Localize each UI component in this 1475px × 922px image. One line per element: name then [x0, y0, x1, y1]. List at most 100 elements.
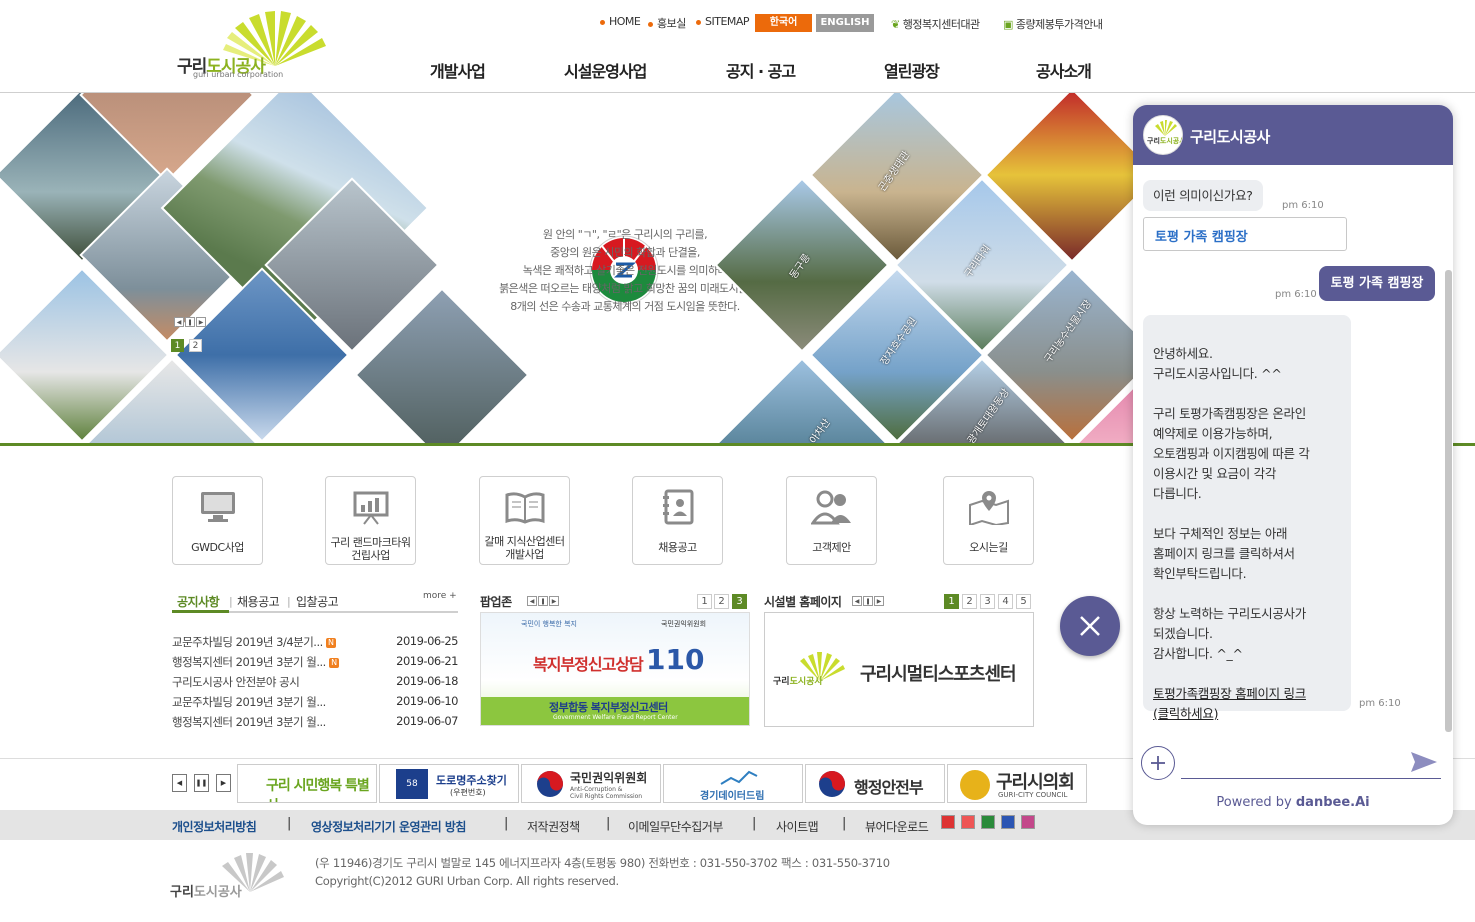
popup-page-2[interactable]: 2: [714, 594, 729, 609]
popup-next-button[interactable]: ▶: [549, 596, 559, 606]
chat-close-button[interactable]: [1060, 596, 1120, 656]
new-badge-icon: N: [328, 657, 339, 668]
send-icon[interactable]: [1410, 750, 1438, 774]
chatbot-window: 구리도시공사 구리도시공사 이런 의미이신가요? pm 6:10 토평 가족 캠…: [1133, 105, 1453, 825]
gnb-open-square[interactable]: 열린광장: [884, 58, 940, 82]
tab-notice[interactable]: 공지사항: [177, 593, 220, 610]
gnb-about[interactable]: 공사소개: [1036, 58, 1092, 82]
camping-homepage-link[interactable]: 토평가족캠핑장 홈페이지 링크 (클릭하세요): [1153, 684, 1341, 724]
facility-prev-button[interactable]: ◀: [852, 596, 862, 606]
facility-page-1[interactable]: 1: [944, 594, 959, 609]
banner-guri-happy-city[interactable]: 구리 시민행복 특별시: [237, 764, 377, 803]
pdf-viewer-icon[interactable]: [941, 815, 955, 829]
attach-plus-button[interactable]: [1141, 746, 1175, 780]
sitemap-link[interactable]: SITEMAP: [696, 15, 750, 28]
user-message: 토평 가족 캠핑장: [1319, 266, 1435, 301]
quick-recruitment[interactable]: 채용공고: [632, 476, 723, 565]
banner-pause-button[interactable]: ❚❚: [194, 774, 209, 792]
waste-bag-price-link[interactable]: ▣ 종량제봉투가격안내: [1003, 16, 1103, 32]
facility-pause-button[interactable]: ❚: [863, 596, 873, 606]
notice-row[interactable]: 행정복지센터 2019년 3분기 월... 2019-06-07: [172, 714, 462, 730]
separator: |: [504, 816, 509, 831]
hero-page-2[interactable]: 2: [189, 339, 202, 352]
word-viewer-icon[interactable]: [1001, 815, 1015, 829]
hero-prev-button[interactable]: ◀: [174, 317, 184, 327]
footer-copyright-policy-link[interactable]: 저작권정책: [527, 818, 580, 835]
bullet-icon: [696, 19, 701, 25]
chat-input-field[interactable]: [1181, 778, 1441, 779]
hwp-viewer-icon[interactable]: [1021, 815, 1035, 829]
people-icon: [811, 490, 851, 525]
banner-road-address[interactable]: 58 도로명주소찾기 (우편번호): [379, 764, 519, 803]
ppt-viewer-icon[interactable]: [961, 815, 975, 829]
lang-english-button[interactable]: ENGLISH: [816, 14, 874, 32]
banner-org: 국민권익위원회: [661, 620, 707, 628]
active-tab-underline: [172, 610, 229, 613]
banner-prev-button[interactable]: ◀: [172, 774, 187, 792]
chat-scrollbar[interactable]: [1445, 270, 1452, 732]
quick-gwdc[interactable]: GWDC사업: [172, 476, 263, 565]
banner-gyeonggi-data[interactable]: 경기데이터드림: [663, 764, 803, 803]
hero-next-button[interactable]: ▶: [196, 317, 206, 327]
facility-page-5[interactable]: 5: [1016, 594, 1031, 609]
bot-avatar: 구리도시공사: [1143, 115, 1183, 155]
banner-text: Civil Rights Commission: [570, 793, 643, 800]
footer-email-refusal-link[interactable]: 이메일무단수집거부: [628, 818, 723, 835]
tab-recruitment[interactable]: 채용공고: [237, 593, 280, 610]
footer-viewer-download-link[interactable]: 뷰어다운로드: [865, 818, 929, 835]
facility-banner[interactable]: 구리도시공사 구리시멀티스포츠센터: [764, 612, 1034, 727]
quick-label: 고객제안: [812, 541, 851, 554]
tab-bid[interactable]: 입찰공고: [296, 593, 339, 610]
notice-row[interactable]: 구리도시공사 안전분야 공시 2019-06-18: [172, 674, 462, 690]
gnb-development[interactable]: 개발사업: [430, 58, 486, 82]
hero-page-1[interactable]: 1: [171, 339, 184, 352]
quick-galmae-center[interactable]: 갈매 지식산업센터 개발사업: [479, 476, 570, 565]
home-link[interactable]: HOME: [600, 15, 641, 28]
excel-viewer-icon[interactable]: [981, 815, 995, 829]
facility-next-button[interactable]: ▶: [874, 596, 884, 606]
banner-text: GURI-CITY COUNCIL: [998, 791, 1068, 799]
notice-row[interactable]: 행정복지센터 2019년 3분기 월... N 2019-06-21: [172, 654, 462, 670]
gnb-notice[interactable]: 공지 · 공고: [726, 58, 796, 82]
quick-customer-proposal[interactable]: 고객제안: [786, 476, 877, 565]
footer-address: (우 11946)경기도 구리시 벌말로 145 에너지프라자 4층(토평동 9…: [315, 856, 890, 870]
notice-row[interactable]: 교문주차빌딩 2019년 3분기 월... 2019-06-10: [172, 694, 462, 710]
footer-cctv-policy-link[interactable]: 영상정보처리기기 운영관리 방침: [311, 818, 466, 835]
facility-page-3[interactable]: 3: [980, 594, 995, 609]
site-logo[interactable]: 구리도시공사 guri urban corporation: [175, 8, 340, 80]
notice-row[interactable]: 교문주차빌딩 2019년 3/4분기... N 2019-06-25: [172, 634, 462, 650]
banner-text: 국민권익위원회: [570, 771, 648, 785]
quick-landmark-tower[interactable]: 구리 랜드마크타워 건립사업: [325, 476, 416, 565]
message-time: pm 6:10: [1275, 289, 1317, 300]
gnb-facility-ops[interactable]: 시설운영사업: [564, 58, 647, 82]
banner-mois[interactable]: 행정안전부: [805, 764, 945, 803]
powered-by-label: Powered by danbee.Ai: [1216, 795, 1370, 810]
popup-page-1[interactable]: 1: [697, 594, 712, 609]
avatar-logo-word: 구리도시공사: [1147, 137, 1182, 145]
banner-acrc[interactable]: 국민권익위원회 Anti-Corruption & Civil Rights C…: [521, 764, 661, 803]
footer-privacy-link[interactable]: 개인정보처리방침: [172, 818, 257, 835]
footer-sitemap-link[interactable]: 사이트맵: [776, 818, 819, 835]
logo-subtitle: guri urban corporation: [193, 70, 284, 79]
bullet-icon: [600, 19, 605, 25]
taegeuk-icon: [819, 771, 845, 797]
pr-room-link[interactable]: 홍보실: [648, 15, 686, 31]
suggestion-option-button[interactable]: 토평 가족 캠핑장: [1143, 217, 1347, 251]
popup-prev-button[interactable]: ◀: [527, 596, 537, 606]
quick-label: GWDC사업: [191, 541, 244, 554]
bullet-icon: [648, 21, 653, 27]
facility-page-4[interactable]: 4: [998, 594, 1013, 609]
bag-icon: ▣: [1003, 18, 1013, 31]
lang-korean-button[interactable]: 한국어: [755, 14, 812, 32]
popup-banner-welfare[interactable]: 국민이 행복한 복지 국민권익위원회 복지부정신고상담 110 정부합동 복지부…: [480, 612, 750, 726]
facility-page-2[interactable]: 2: [962, 594, 977, 609]
quick-directions[interactable]: 오시는길: [943, 476, 1034, 565]
notice-more-link[interactable]: more +: [423, 591, 457, 601]
popup-page-3[interactable]: 3: [732, 594, 747, 609]
close-icon: [1080, 616, 1100, 636]
popup-pause-button[interactable]: ❚: [538, 596, 548, 606]
hero-pause-button[interactable]: ❚: [185, 317, 195, 327]
banner-city-council[interactable]: 구리시의회 GURI-CITY COUNCIL: [947, 764, 1087, 803]
admin-center-rental-link[interactable]: ❦ 행정복지센터대관: [891, 16, 980, 32]
banner-next-button[interactable]: ▶: [216, 774, 231, 792]
